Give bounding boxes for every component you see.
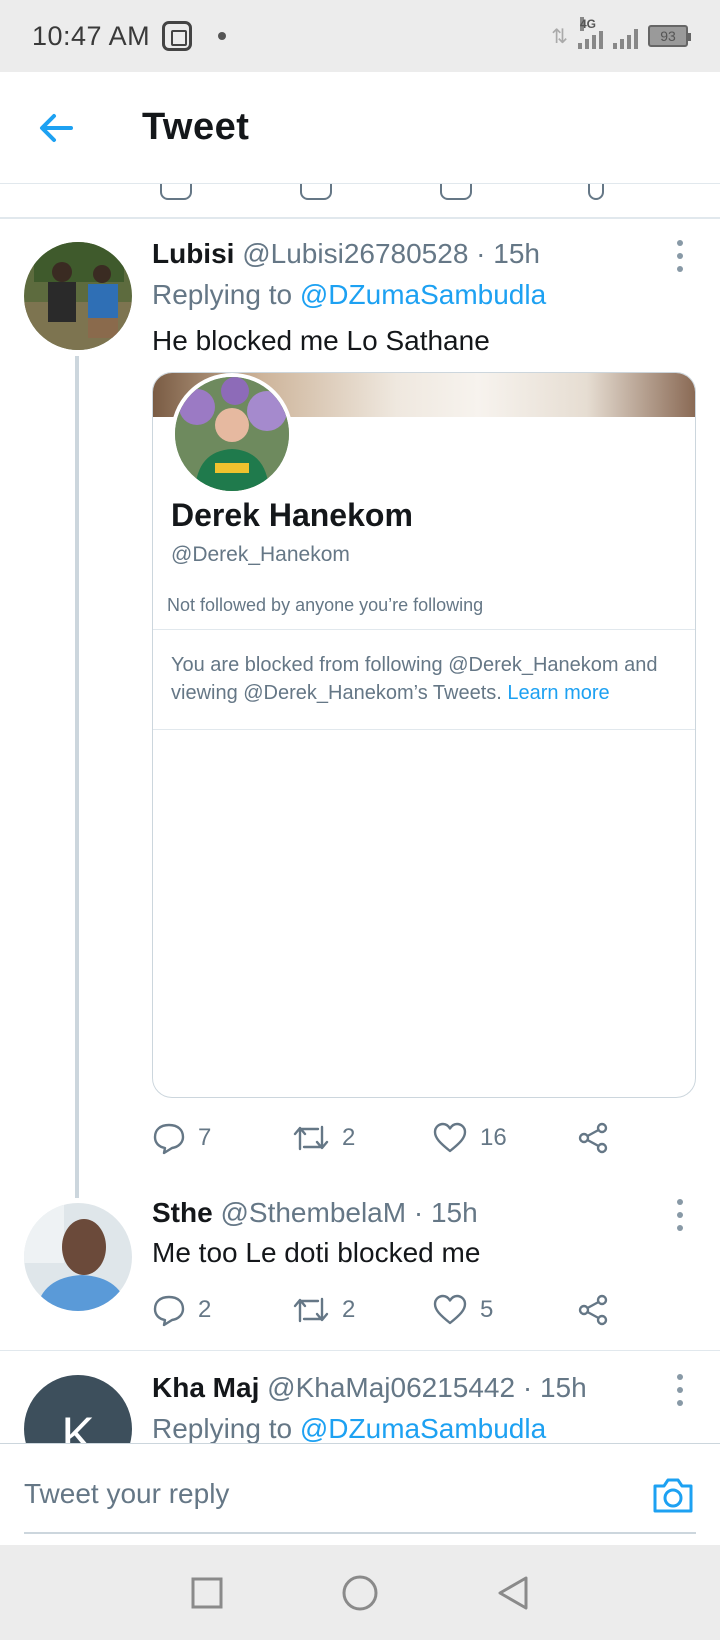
- reply-icon: [160, 184, 192, 200]
- input-underline: [24, 1532, 696, 1534]
- divider: [153, 729, 695, 730]
- tweet-actions: 2 2 5: [152, 1288, 632, 1332]
- profile-avatar: [171, 373, 293, 495]
- author-name[interactable]: Kha Maj: [152, 1372, 259, 1403]
- retweet-icon: [293, 1125, 329, 1151]
- retweet-icon: [300, 184, 332, 200]
- profile-card[interactable]: Derek Hanekom @Derek_Hanekom Not followe…: [152, 372, 696, 1098]
- author-name[interactable]: Lubisi: [152, 238, 234, 269]
- follow-status: Not followed by anyone you’re following: [167, 595, 484, 615]
- share-button[interactable]: [576, 1293, 610, 1327]
- author-handle-time: @SthembelaM · 15h: [220, 1197, 478, 1228]
- data-activity-icon: ⇅: [551, 25, 568, 48]
- like-icon: [433, 1122, 467, 1153]
- reply-composer: Tweet your reply: [0, 1443, 720, 1545]
- circle-nav-icon: [342, 1575, 378, 1610]
- replying-handle-link[interactable]: @DZumaSambudla: [300, 1413, 546, 1443]
- reply-input[interactable]: Tweet your reply: [24, 1478, 229, 1510]
- tweet-khamaj[interactable]: K Kha Maj @KhaMaj06215442 · 15h Replying…: [0, 1351, 720, 1443]
- tweet-text: He blocked me Lo Sathane: [152, 325, 490, 356]
- avatar[interactable]: K: [24, 1375, 132, 1443]
- signal-4g-icon: 4G: [578, 17, 603, 49]
- author-handle-time: @KhaMaj06215442 · 15h: [267, 1372, 587, 1403]
- replying-to: Replying to @DZumaSambudla: [152, 279, 546, 311]
- network-type: 4G: [580, 17, 597, 31]
- tweet-header: Sthe @SthembelaM · 15h: [152, 1197, 478, 1229]
- more-vertical-icon: [677, 239, 683, 246]
- learn-more-link[interactable]: Learn more: [507, 682, 609, 704]
- status-time: 10:47 AM: [32, 20, 151, 51]
- reply-icon: [153, 1123, 185, 1155]
- reply-button[interactable]: 7: [152, 1121, 292, 1155]
- author-name[interactable]: Sthe: [152, 1197, 213, 1228]
- like-icon: [433, 1294, 467, 1325]
- divider: [153, 629, 695, 630]
- back-arrow-icon: [40, 113, 73, 142]
- profile-handle: @Derek_Hanekom: [171, 543, 350, 566]
- more-vertical-icon: [677, 1198, 683, 1205]
- retweet-count: 2: [342, 1296, 356, 1323]
- page-title: Tweet: [142, 106, 250, 148]
- like-button[interactable]: 5: [432, 1294, 576, 1326]
- reply-count: 2: [198, 1296, 212, 1323]
- retweet-count: 2: [342, 1124, 356, 1151]
- thread-line: [75, 356, 79, 1198]
- back-button[interactable]: [16, 88, 96, 168]
- divider: [0, 218, 720, 219]
- avatar[interactable]: [24, 242, 132, 350]
- retweet-button[interactable]: 2: [292, 1293, 432, 1327]
- share-icon: [578, 1122, 608, 1154]
- more-vertical-icon: [677, 1373, 683, 1380]
- camera-button[interactable]: [650, 1472, 696, 1518]
- like-icon: [440, 184, 472, 200]
- triangle-back-nav-icon: [498, 1576, 528, 1609]
- camera-icon: [653, 1478, 693, 1513]
- tweet-header: Kha Maj @KhaMaj06215442 · 15h: [152, 1372, 587, 1404]
- home-button[interactable]: [340, 1573, 380, 1613]
- back-nav-button[interactable]: [493, 1573, 533, 1613]
- replying-prefix: Replying to: [152, 279, 300, 310]
- notification-dot-icon: [218, 32, 227, 40]
- tweet-text: Me too Le doti blocked me: [152, 1237, 481, 1268]
- blocked-notice: You are blocked from following @Derek_Ha…: [171, 651, 681, 707]
- share-button[interactable]: [576, 1121, 610, 1155]
- reply-button[interactable]: 2: [152, 1293, 292, 1327]
- replying-to: Replying to @DZumaSambudla: [152, 1413, 546, 1443]
- recent-apps-button[interactable]: [187, 1573, 227, 1613]
- more-options-button[interactable]: [668, 1370, 692, 1410]
- like-button[interactable]: 16: [432, 1122, 576, 1154]
- avatar[interactable]: [24, 1203, 132, 1311]
- previous-tweet-actions: [0, 184, 720, 218]
- replying-handle-link[interactable]: @DZumaSambudla: [300, 279, 546, 310]
- status-bar: 10:47 AM ⇅ 4G 93: [0, 0, 720, 72]
- square-nav-icon: [191, 1577, 223, 1608]
- app-notification-icon: [162, 21, 193, 51]
- replying-prefix: Replying to: [152, 1413, 300, 1443]
- reply-count: 7: [198, 1124, 212, 1151]
- profile-name: Derek Hanekom: [171, 497, 413, 533]
- signal-bars-icon: [613, 23, 638, 49]
- like-count: 16: [480, 1124, 507, 1151]
- share-icon: [578, 1294, 608, 1326]
- retweet-button[interactable]: 2: [292, 1121, 432, 1155]
- reply-icon: [153, 1295, 185, 1327]
- more-options-button[interactable]: [668, 1195, 692, 1235]
- author-handle-time: @Lubisi26780528 · 15h: [242, 238, 540, 269]
- share-icon: [588, 184, 604, 200]
- battery-icon: 93: [648, 25, 691, 47]
- app-bar: Tweet: [0, 72, 720, 184]
- system-nav-bar: [0, 1545, 720, 1640]
- like-count: 5: [480, 1296, 494, 1323]
- more-options-button[interactable]: [668, 236, 692, 276]
- tweet-header: Lubisi @Lubisi26780528 · 15h: [152, 238, 540, 270]
- retweet-icon: [293, 1297, 329, 1323]
- tweet-actions: 7 2 16: [152, 1116, 632, 1160]
